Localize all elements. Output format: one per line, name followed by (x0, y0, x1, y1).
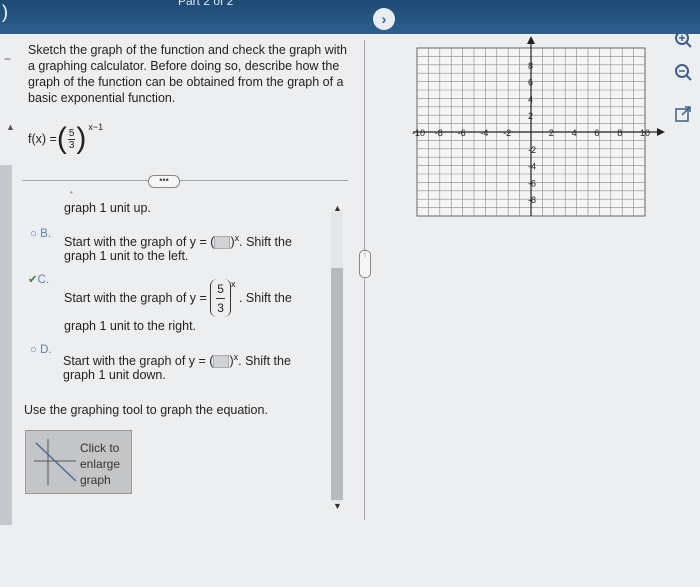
x-tick-label: 2 (549, 128, 554, 138)
next-arrow-icon[interactable]: › (373, 8, 395, 30)
x-tick-label: 8 (617, 128, 622, 138)
open-paren: ( (56, 122, 67, 155)
option-c-label: C. (37, 274, 50, 286)
x-tick-label: -2 (503, 128, 511, 138)
x-tick-label: -4 (480, 128, 488, 138)
left-triangle-icon: ▲ (6, 122, 15, 132)
mini-graph-icon (34, 439, 77, 485)
x-tick-label: 6 (594, 128, 599, 138)
enlarge-graph-button[interactable]: Click to enlarge graph (25, 430, 132, 494)
option-d-exp: x (233, 352, 239, 362)
option-d-post: Shift the (245, 354, 291, 369)
option-c-line2: graph 1 unit to the right. (64, 319, 197, 333)
option-d-line2: graph 1 unit down. (63, 368, 166, 382)
x-tick-label: 10 (640, 128, 650, 138)
option-a-tail: graph 1 unit up. (64, 201, 151, 215)
dash-icon: − (4, 52, 12, 66)
option-b-radio[interactable]: ○ B. (30, 228, 51, 240)
expand-dots-button[interactable]: ••• (148, 175, 180, 188)
option-c-denominator: 3 (217, 300, 224, 315)
option-d-label: D. (40, 344, 52, 356)
y-tick-label: 8 (528, 61, 533, 71)
option-b-label: B. (40, 228, 52, 240)
fraction-numerator: 5 (67, 127, 76, 140)
option-b-blank (214, 236, 231, 250)
left-scroll-bar[interactable] (0, 165, 12, 525)
enlarge-graph-label: Click to enlarge graph (80, 440, 120, 488)
part-label: Part 2 of 2 (178, 0, 234, 8)
x-tick-label: 4 (572, 128, 577, 138)
x-tick-label: -10 (412, 128, 425, 138)
y-tick-label: -6 (528, 178, 536, 188)
option-c-fraction: 5 3 (216, 280, 225, 317)
option-c-exp: x (230, 279, 236, 290)
radio-empty-icon: ○ (30, 344, 37, 356)
enlarge-line3: graph (80, 473, 111, 487)
back-arrow-icon[interactable]: ) (2, 2, 8, 23)
function-prefix: f(x) = (28, 132, 57, 146)
close-paren: ) (76, 122, 87, 155)
scrollbar-thumb[interactable] (331, 268, 343, 500)
x-tick-label: -6 (458, 128, 466, 138)
scroll-up-icon[interactable]: ▲ (333, 203, 342, 213)
top-bar: ) Part 2 of 2 › (0, 0, 700, 34)
pane-divider (364, 40, 365, 520)
question-prompt: Sketch the graph of the function and che… (28, 43, 347, 105)
pane-split-handle[interactable]: ⋮ (359, 250, 371, 278)
section-divider (22, 180, 348, 181)
radio-empty-icon: ○ (30, 228, 37, 240)
y-axis-arrow-icon (527, 36, 535, 44)
y-tick-label: -8 (528, 195, 536, 205)
option-c-fraction-paren: 5 3 (210, 279, 231, 317)
option-b-line2: graph 1 unit to the left. (64, 249, 189, 263)
x-tick-label: -8 (435, 128, 443, 138)
function-fraction: 5 3 (67, 127, 76, 151)
coordinate-graph: -10 -8 -6 -4 -2 2 4 6 8 10 8 6 4 2 -2 -4 -6 -8 (412, 36, 665, 217)
graph-instructions: Use the graphing tool to graph the equat… (24, 403, 268, 417)
zoom-in-icon[interactable] (673, 29, 693, 49)
fraction-denominator: 3 (68, 139, 75, 151)
external-link-icon[interactable] (673, 104, 693, 124)
cursor-mark: • (70, 188, 73, 197)
enlarge-line1: Click to (80, 441, 120, 455)
checkmark-icon: ✔ (28, 274, 38, 286)
option-c-text: Start with the graph of y = 5 3 x . Shif… (64, 279, 292, 317)
function-definition: f(x) = ( 5 3 ) x−1 (28, 122, 104, 155)
zoom-out-icon[interactable] (673, 62, 693, 82)
option-d-radio[interactable]: ○ D. (30, 344, 52, 356)
option-b-post: Shift the (246, 235, 292, 250)
y-tick-label: 4 (528, 94, 533, 104)
y-tick-label: 2 (528, 111, 533, 121)
y-tick-label: -2 (528, 145, 536, 155)
option-c-post: Shift the (245, 291, 292, 305)
scroll-down-icon[interactable]: ▼ (333, 501, 342, 511)
option-b-exp: x (234, 233, 240, 243)
function-exponent: x−1 (88, 122, 104, 132)
enlarge-line2: enlarge (80, 457, 121, 471)
y-tick-label: 6 (528, 78, 533, 88)
x-axis-arrow-icon (657, 128, 665, 136)
option-d-blank (213, 355, 230, 369)
option-c-numerator: 5 (216, 280, 225, 299)
option-c-pre: Start with the graph of y = (64, 291, 207, 305)
y-tick-label: -4 (528, 162, 536, 172)
option-c-radio[interactable]: ✔C. (28, 272, 49, 286)
